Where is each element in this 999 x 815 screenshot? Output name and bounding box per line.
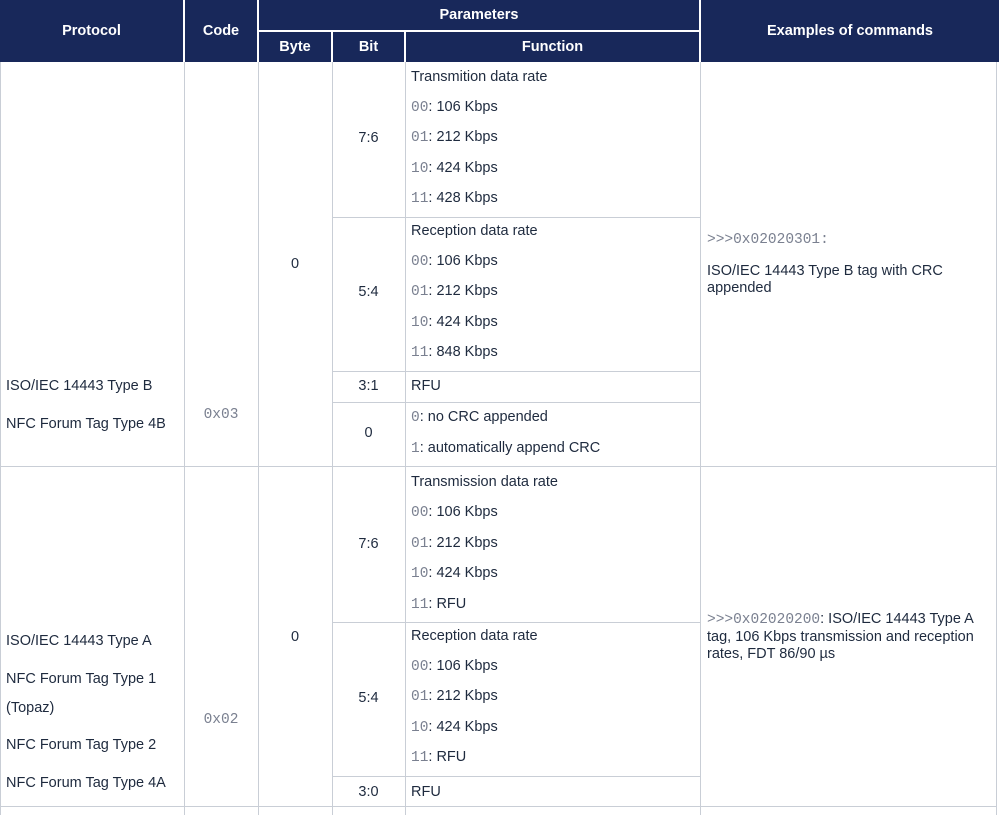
function-title: Reception data rate [411, 628, 538, 644]
bit-range: 0 [364, 425, 373, 441]
grid-line [332, 402, 700, 403]
grid-line [332, 622, 700, 623]
function-option: 11: 848 Kbps [411, 344, 498, 361]
grid-line [700, 62, 701, 815]
function-option: 1: automatically append CRC [411, 440, 601, 457]
function-option: 00: 106 Kbps [411, 504, 498, 521]
function-option: 11: 428 Kbps [411, 190, 498, 207]
grid-line [405, 62, 406, 815]
function-title: Reception data rate [411, 223, 538, 239]
function-option: 10: 424 Kbps [411, 314, 498, 331]
grid-line [332, 776, 700, 777]
protocol-code: 0x02 [203, 712, 239, 728]
header-code: Code [185, 0, 257, 62]
bit-range: 3:0 [358, 784, 379, 800]
bit-range: 7:6 [358, 130, 379, 146]
function-option: 01: 212 Kbps [411, 283, 498, 300]
function-option: 10: 424 Kbps [411, 719, 498, 736]
function-option: 11: RFU [411, 596, 467, 613]
function-option: 01: 212 Kbps [411, 535, 498, 552]
row-divider [0, 466, 997, 467]
protocol-name: NFC Forum Tag Type 4B [6, 416, 166, 432]
byte-value: 0 [290, 256, 300, 272]
grid-line [258, 62, 259, 815]
protocol-name: NFC Forum Tag Type 4A [6, 775, 166, 791]
function-option: 10: 424 Kbps [411, 565, 498, 582]
function-title: RFU [411, 784, 441, 800]
header-parameters: Parameters [259, 0, 699, 30]
bit-range: 5:4 [358, 690, 379, 706]
function-title: Transmission data rate [411, 474, 558, 490]
function-option: 0: no CRC appended [411, 409, 548, 426]
function-option: 01: 212 Kbps [411, 688, 498, 705]
grid-line [184, 62, 185, 815]
header-function: Function [406, 32, 699, 62]
header-examples: Examples of commands [701, 0, 999, 62]
function-title: Transmition data rate [411, 69, 548, 85]
byte-value: 0 [290, 629, 300, 645]
function-title: RFU [411, 378, 441, 394]
grid-line [332, 371, 700, 372]
bit-range: 5:4 [358, 284, 379, 300]
function-option: 01: 212 Kbps [411, 129, 498, 146]
header-byte: Byte [259, 32, 331, 62]
example-description: ISO/IEC 14443 Type B tag with CRC append… [707, 263, 943, 296]
header-bit: Bit [333, 32, 404, 62]
header-protocol: Protocol [0, 0, 183, 62]
grid-line [0, 806, 997, 807]
protocol-name: ISO/IEC 14443 Type B [6, 378, 153, 394]
protocol-name: (Topaz) [6, 700, 55, 716]
example-command: >>>0x02020200 [707, 612, 821, 628]
protocol-code: 0x03 [203, 407, 239, 423]
example-block: >>>0x02020200: ISO/IEC 14443 Type A tag,… [707, 611, 987, 663]
bit-range: 7:6 [358, 536, 379, 552]
function-option: 00: 106 Kbps [411, 658, 498, 675]
grid-line [0, 62, 1, 815]
function-option: 00: 106 Kbps [411, 99, 498, 116]
grid-line [996, 62, 997, 815]
function-option: 00: 106 Kbps [411, 253, 498, 270]
bit-range: 3:1 [358, 378, 379, 394]
protocol-name: NFC Forum Tag Type 1 [6, 671, 157, 687]
grid-line [332, 217, 700, 218]
example-command: >>>0x02020301: [707, 232, 829, 248]
function-option: 10: 424 Kbps [411, 160, 498, 177]
function-option: 11: RFU [411, 749, 467, 766]
protocol-name: NFC Forum Tag Type 2 [6, 737, 157, 753]
protocol-name: ISO/IEC 14443 Type A [6, 633, 152, 649]
